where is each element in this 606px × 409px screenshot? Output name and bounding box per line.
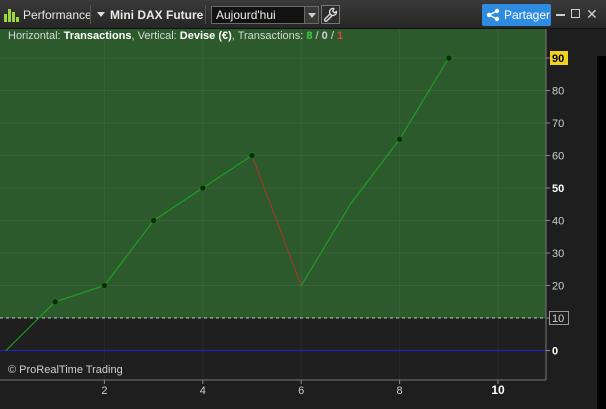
count-separator: / [327,30,337,42]
losing-trades-count: 1 [336,30,344,42]
horizontal-label: Horizontal: [8,30,64,42]
section-label[interactable]: Performance [23,0,92,29]
toolbar-separator [90,5,91,24]
chevron-down-icon [97,12,105,17]
x-tick-label: 6 [298,385,304,397]
equity-point[interactable] [396,135,404,143]
y-tick-label: 0 [552,346,558,358]
equity-point[interactable] [51,298,59,306]
minimize-icon[interactable] [556,14,565,16]
y-tick-label: 10 [552,313,564,325]
period-select[interactable]: Aujourd'hui [211,6,319,24]
performance-icon[interactable] [4,8,20,22]
x-tick-label: 10 [491,383,505,397]
equity-point[interactable] [199,184,207,192]
y-tick-label: 60 [552,151,564,163]
toolbar: Performance Mini DAX Future Aujourd'hui … [0,0,606,29]
side-panel-edge [597,56,606,409]
maximize-icon[interactable] [571,9,580,18]
share-icon [486,8,500,22]
wrench-icon [323,7,338,22]
x-tick-label: 4 [200,385,206,397]
y-tick-label: 40 [552,216,564,228]
equity-point[interactable] [445,54,453,62]
performance-chart[interactable]: 0 10 20 30 40 50 60 70 80 90 2 4 6 8 10 [0,29,606,409]
toolbar-separator [205,5,206,24]
period-value: Aujourd'hui [216,8,276,22]
share-label: Partager [504,8,551,22]
y-tick-label: 50 [552,183,564,195]
y-tick-label: 30 [552,248,564,260]
x-tick-label: 2 [101,385,107,397]
count-separator: / [312,30,322,42]
chart-info-header: Horizontal: Transactions, Vertical: Devi… [8,30,343,42]
transactions-label: , Transactions: [231,30,307,42]
y-tick-label: 90 [552,53,564,65]
instrument-selector[interactable]: Mini DAX Future [97,0,203,29]
performance-window: Performance Mini DAX Future Aujourd'hui … [0,0,606,409]
vertical-label: , Vertical: [131,30,180,42]
y-tick-label: 20 [552,281,564,293]
equity-point[interactable] [248,152,256,159]
horizontal-value: Transactions [63,30,132,42]
share-button[interactable]: Partager [482,4,551,26]
equity-point[interactable] [101,282,108,289]
vertical-value: Devise (€) [179,30,232,42]
y-tick-label: 80 [552,86,564,98]
x-tick-label: 8 [397,385,403,397]
gain-zone [0,29,546,318]
settings-wrench-button[interactable] [321,5,340,24]
dropdown-arrow-icon[interactable] [304,7,318,23]
close-icon[interactable]: ✕ [586,7,598,21]
copyright-text: © ProRealTime Trading [8,364,123,376]
equity-point[interactable] [150,217,158,224]
instrument-name: Mini DAX Future [110,7,204,22]
y-tick-label: 70 [552,118,564,130]
